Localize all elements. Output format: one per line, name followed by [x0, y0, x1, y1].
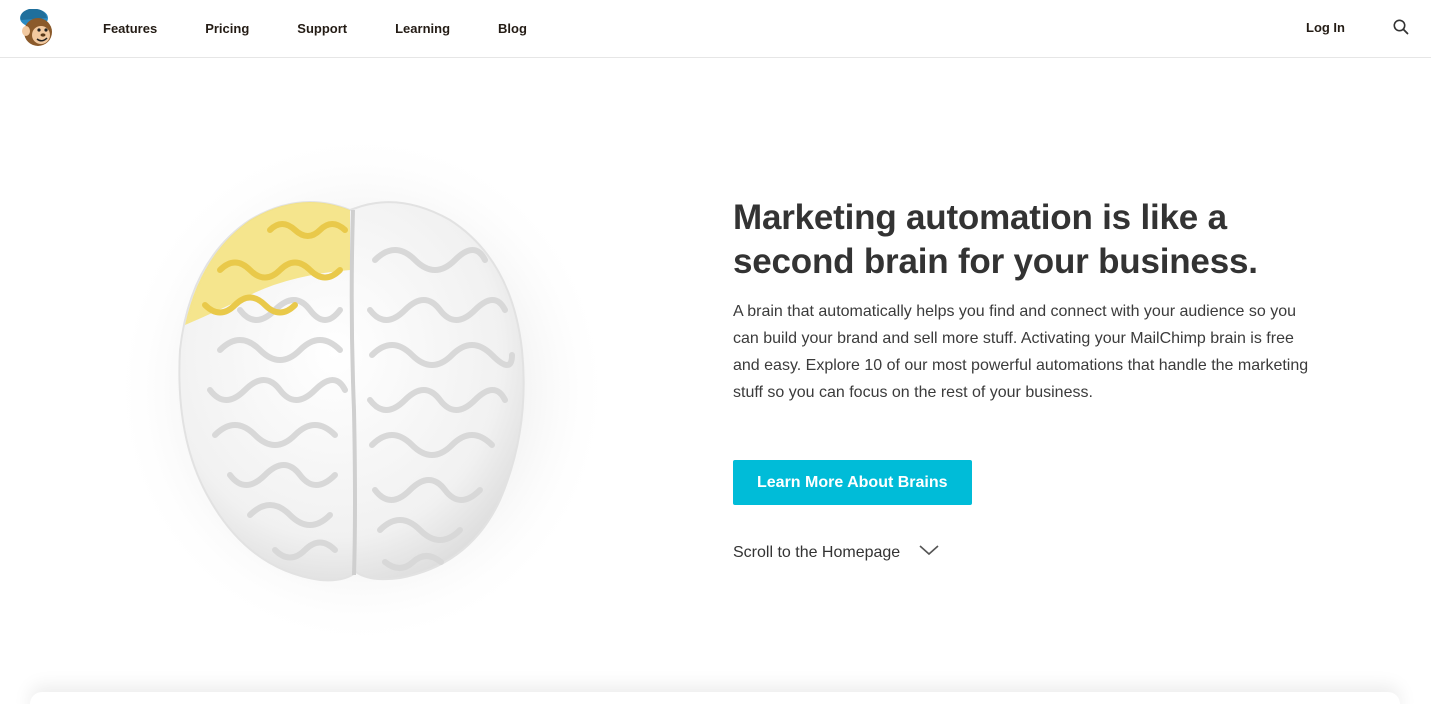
- nav-item-features[interactable]: Features: [103, 21, 157, 36]
- scroll-to-homepage-link[interactable]: Scroll to the Homepage: [733, 543, 943, 562]
- next-section-edge: [30, 692, 1400, 704]
- primary-nav: Features Pricing Support Learning Blog: [103, 0, 527, 56]
- nav-item-learning[interactable]: Learning: [395, 21, 450, 36]
- hero-description: A brain that automatically helps you fin…: [733, 303, 1309, 401]
- hero-copy: Marketing automation is like a second br…: [733, 196, 1333, 562]
- learn-more-about-brains-button[interactable]: Learn More About Brains: [733, 460, 972, 505]
- top-navigation: Features Pricing Support Learning Blog L…: [0, 0, 1431, 58]
- login-link[interactable]: Log In: [1306, 20, 1345, 35]
- mailchimp-logo-icon[interactable]: [17, 6, 57, 48]
- scroll-link-label: Scroll to the Homepage: [733, 543, 901, 561]
- search-icon[interactable]: [1392, 18, 1410, 36]
- hero-headline: Marketing automation is like a second br…: [733, 198, 1258, 281]
- nav-item-support[interactable]: Support: [297, 21, 347, 36]
- chevron-down-icon: [900, 543, 940, 562]
- brain-illustration: [100, 110, 620, 650]
- nav-item-pricing[interactable]: Pricing: [205, 21, 249, 36]
- nav-item-blog[interactable]: Blog: [498, 21, 527, 36]
